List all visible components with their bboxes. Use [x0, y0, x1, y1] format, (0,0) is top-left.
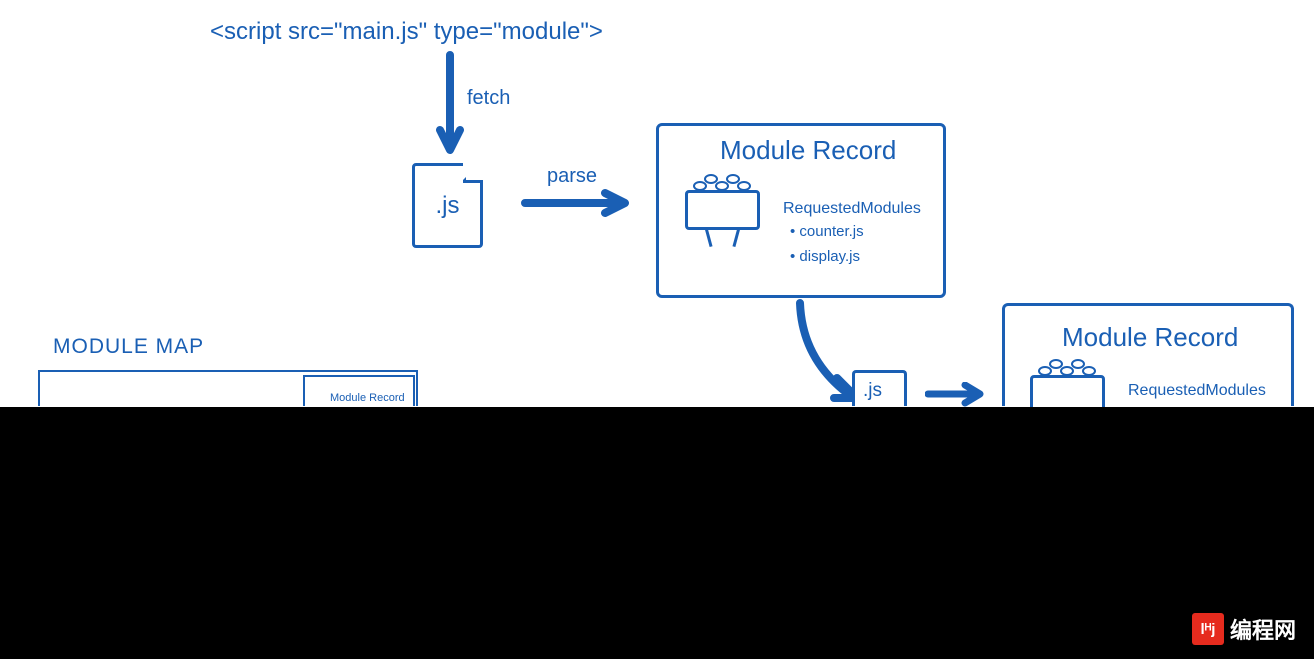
module-bullet-1: • counter.js: [790, 223, 864, 240]
parse-arrow-icon: [520, 188, 630, 218]
script-tag-text: <script src="main.js" type="module">: [210, 18, 603, 46]
js-file-icon: .js: [412, 163, 483, 248]
parse-label: parse: [547, 165, 597, 188]
lego-block-icon: [685, 175, 760, 230]
parse-arrow-2-icon: [925, 382, 985, 407]
black-section: [0, 407, 1314, 659]
watermark-text: 编程网: [1230, 613, 1296, 645]
fetch-label: fetch: [467, 87, 510, 110]
js-extension-label: .js: [436, 192, 460, 220]
fetch-arrow-icon: [435, 50, 465, 160]
small-module-record-label: Module Record: [330, 392, 405, 404]
requested-modules-label-2: RequestedModules: [1128, 382, 1266, 400]
module-bullet-2: • display.js: [790, 248, 860, 265]
lego-block-2-icon: [1030, 360, 1105, 406]
module-record-title: Module Record: [720, 135, 896, 166]
module-map-label: MODULE MAP: [53, 335, 204, 359]
module-record-title-2: Module Record: [1062, 322, 1238, 353]
watermark: lᴴj 编程网: [1192, 613, 1296, 645]
js-extension-label-2: .js: [863, 380, 882, 402]
watermark-icon: lᴴj: [1192, 613, 1224, 645]
requested-modules-label: RequestedModules: [783, 200, 921, 218]
